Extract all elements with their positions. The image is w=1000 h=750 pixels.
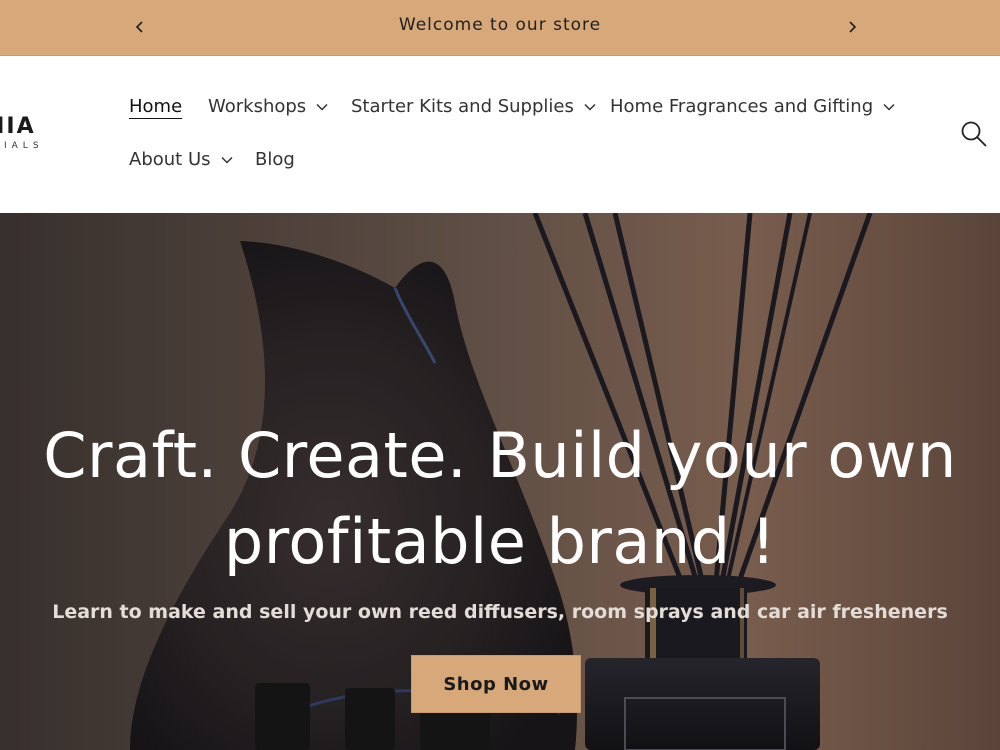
- nav-blog-label: Blog: [255, 149, 295, 170]
- nav-home[interactable]: Home: [129, 96, 182, 117]
- hero-banner: Craft. Create. Build your own profitable…: [0, 213, 1000, 750]
- nav-workshops[interactable]: Workshops: [208, 96, 328, 117]
- shop-now-button[interactable]: Shop Now: [411, 655, 581, 713]
- logo-wordmark: NIA: [0, 114, 36, 139]
- announcement-next-button[interactable]: [840, 14, 864, 40]
- nav-workshops-label: Workshops: [208, 96, 307, 117]
- nav-home-label: Home: [129, 96, 183, 117]
- nav-about-us-label: About Us: [129, 149, 211, 170]
- announcement-bar: Welcome to our store: [0, 0, 1000, 56]
- hero-title-line-2: profitable brand !: [223, 505, 777, 578]
- chevron-down-icon: [316, 103, 328, 111]
- site-header: NIA IALS Home Workshops Starter Kits and…: [0, 56, 1000, 213]
- hero-title: Craft. Create. Build your own profitable…: [0, 413, 1000, 585]
- nav-starter-kits-label: Starter Kits and Supplies: [351, 96, 574, 117]
- nav-home-fragrances[interactable]: Home Fragrances and Gifting: [610, 96, 895, 117]
- search-icon: [961, 121, 987, 147]
- chevron-right-icon: [849, 21, 857, 33]
- search-button[interactable]: [960, 120, 990, 150]
- nav-starter-kits[interactable]: Starter Kits and Supplies: [351, 96, 596, 117]
- logo-tagline: IALS: [4, 141, 44, 151]
- store-logo[interactable]: NIA IALS: [0, 114, 70, 154]
- chevron-down-icon: [883, 103, 895, 111]
- hero-subtitle: Learn to make and sell your own reed dif…: [52, 601, 948, 623]
- nav-home-fragrances-label: Home Fragrances and Gifting: [610, 96, 874, 117]
- nav-blog[interactable]: Blog: [255, 149, 295, 170]
- hero-title-line-1: Craft. Create. Build your own: [43, 419, 957, 492]
- nav-about-us[interactable]: About Us: [129, 149, 233, 170]
- chevron-down-icon: [584, 103, 596, 111]
- chevron-down-icon: [220, 156, 233, 164]
